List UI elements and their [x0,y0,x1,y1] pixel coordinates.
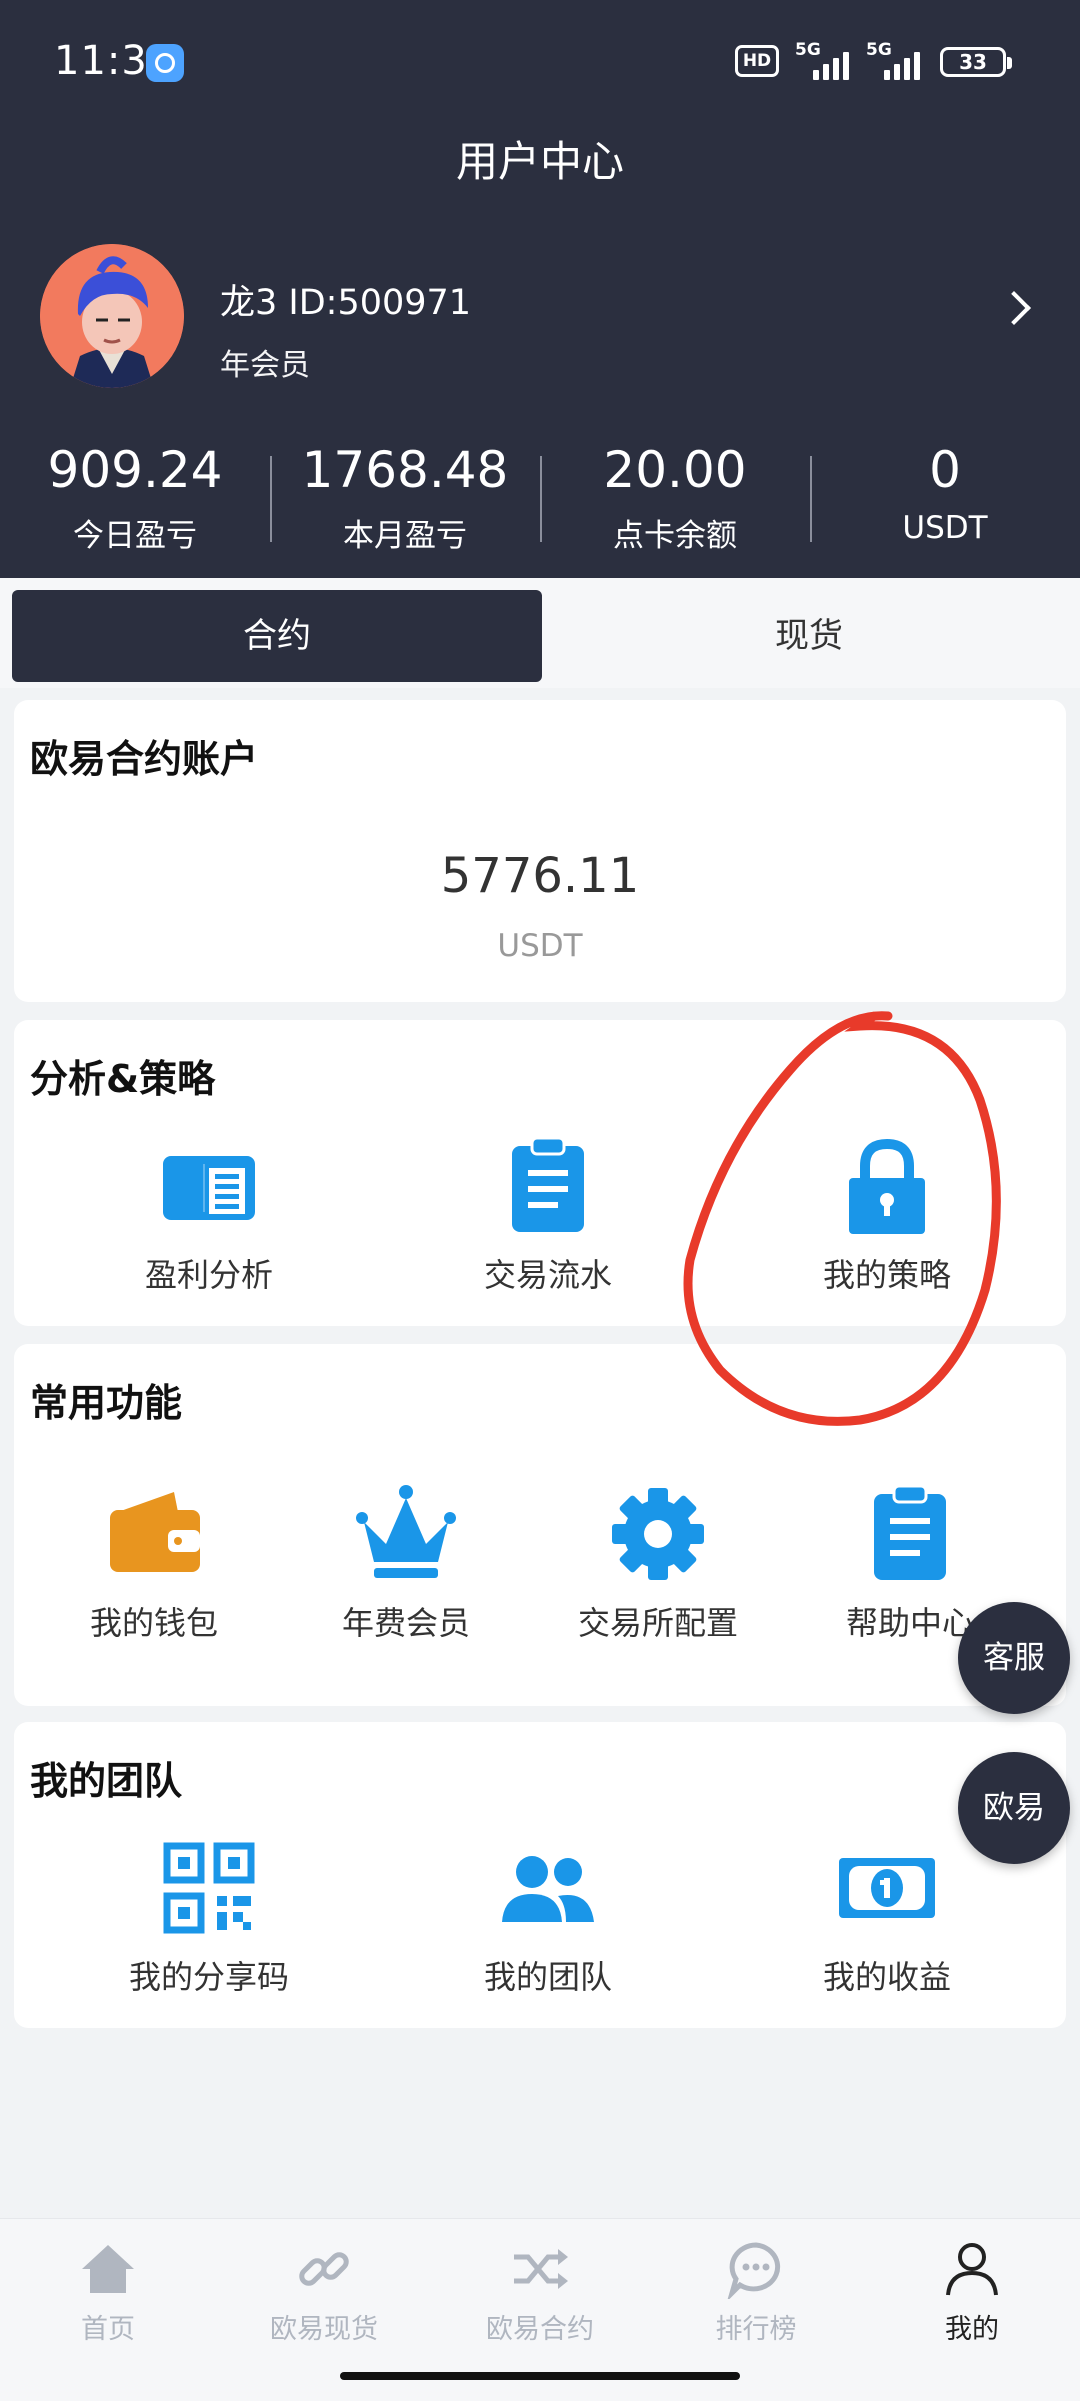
okx-button[interactable]: 欧易 [958,1752,1070,1864]
account-unit: USDT [497,928,583,964]
chevron-right-icon[interactable] [997,291,1031,325]
user-level: 年会员 [220,348,310,383]
profit-analysis-button[interactable]: 盈利分析 [59,1136,359,1296]
stat-today-pnl: 909.24 今日盈亏 [47,441,223,554]
tab-bar: 合约 现货 [0,578,1080,688]
avatar[interactable] [40,244,184,388]
home-indicator[interactable] [340,2372,740,2380]
users-icon [498,1838,598,1938]
card-title: 分析&策略 [30,1057,216,1101]
stat-point-card: 20.00 点卡余额 [603,441,747,554]
card-title: 我的团队 [30,1759,183,1803]
tab-contract[interactable]: 合约 [12,590,542,682]
card-title: 常用功能 [30,1381,183,1425]
home-icon [78,2239,138,2299]
trade-records-button[interactable]: 交易流水 [398,1136,698,1296]
signal-icon-2: 5G [866,40,928,80]
page-title: 用户中心 [455,137,624,186]
common-functions-card: 常用功能 我的钱包 年费会员 交易所配置 帮助中心 [14,1344,1066,1706]
clipboard-icon [860,1484,960,1584]
signal-icon: 5G [795,40,857,80]
stats-row: 909.24 今日盈亏 1768.48 本月盈亏 20.00 点卡余额 0 US… [0,440,1080,560]
stat-month-pnl: 1768.48 本月盈亏 [301,441,509,554]
nav-okx-spot[interactable]: 欧易现货 [216,2239,432,2346]
exchange-config-button[interactable]: 交易所配置 [518,1484,798,1644]
chat-icon [726,2239,786,2302]
annual-member-button[interactable]: 年费会员 [266,1484,546,1644]
battery-icon: 33 [940,47,1012,77]
lock-icon [837,1136,937,1236]
stat-usdt: 0 USDT [902,441,988,546]
user-header: 11:36 HD 5G 5G 33 用户中心 龙3 ID:500971 年会员 [0,0,1080,578]
my-strategy-button[interactable]: 我的策略 [737,1136,1037,1296]
account-balance: 5776.11 [440,848,640,904]
status-bar: 11:36 HD 5G 5G 33 [0,0,1080,120]
analysis-card: 分析&策略 盈利分析 交易流水 我的策略 [14,1020,1066,1326]
gear-icon [608,1484,708,1584]
newspaper-icon [159,1136,259,1236]
money-icon [837,1838,937,1938]
my-earnings-button[interactable]: 我的收益 [737,1838,1037,1998]
user-name: 龙3 ID:500971 [220,283,472,323]
nav-leaderboard[interactable]: 排行榜 [648,2239,864,2346]
card-title: 欧易合约账户 [30,737,259,781]
nav-okx-contract[interactable]: 欧易合约 [432,2239,648,2346]
shuffle-icon [510,2239,570,2299]
nav-home[interactable]: 首页 [0,2239,216,2346]
wallet-icon [104,1484,204,1584]
user-icon [942,2239,1002,2299]
crown-icon [356,1484,456,1584]
my-wallet-button[interactable]: 我的钱包 [14,1484,294,1644]
share-code-button[interactable]: 我的分享码 [59,1838,359,1998]
clipboard-icon [498,1136,598,1236]
account-card[interactable]: 欧易合约账户 5776.11 USDT [14,700,1066,1002]
tab-spot[interactable]: 现货 [544,590,1074,682]
my-team-card: 我的团队 我的分享码 我的团队 我的收益 [14,1722,1066,2028]
qr-code-icon [159,1838,259,1938]
customer-service-button[interactable]: 客服 [958,1602,1070,1714]
my-team-button[interactable]: 我的团队 [398,1838,698,1998]
link-icon [294,2239,354,2299]
hd-voice-icon: HD [735,45,779,77]
app-notification-icon [146,44,184,82]
nav-mine[interactable]: 我的 [864,2239,1080,2346]
